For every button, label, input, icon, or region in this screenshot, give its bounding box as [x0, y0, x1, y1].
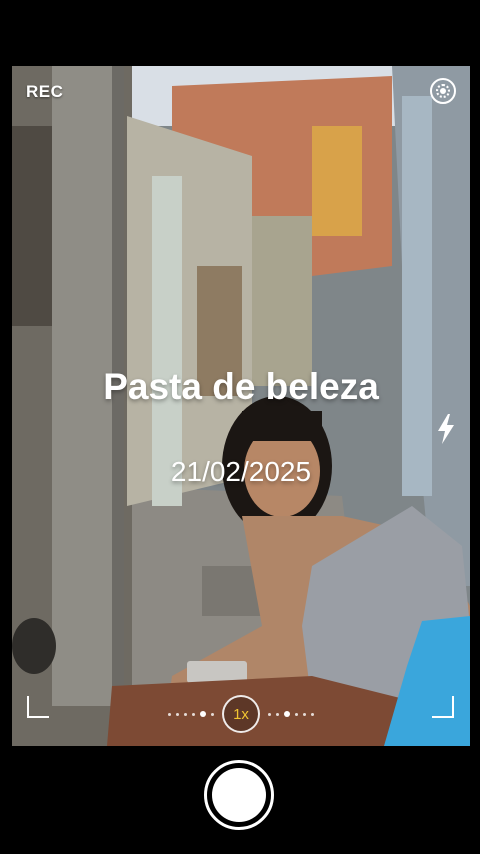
- camera-viewfinder[interactable]: REC Pasta de beleza 21/02/2025 1x: [12, 66, 470, 746]
- shutter-button[interactable]: [204, 760, 274, 830]
- overlay-date: 21/02/2025: [170, 456, 312, 487]
- zoom-ticks-left: [168, 711, 214, 717]
- zoom-ticks-right: [268, 711, 314, 717]
- flash-icon[interactable]: [436, 414, 456, 444]
- zoom-level-button[interactable]: 1x: [222, 695, 260, 733]
- overlay-title: Pasta de beleza: [103, 366, 379, 407]
- live-photo-icon[interactable]: [430, 78, 456, 104]
- rec-label: REC: [26, 82, 64, 101]
- shutter-inner: [212, 768, 266, 822]
- zoom-control[interactable]: 1x: [12, 692, 470, 736]
